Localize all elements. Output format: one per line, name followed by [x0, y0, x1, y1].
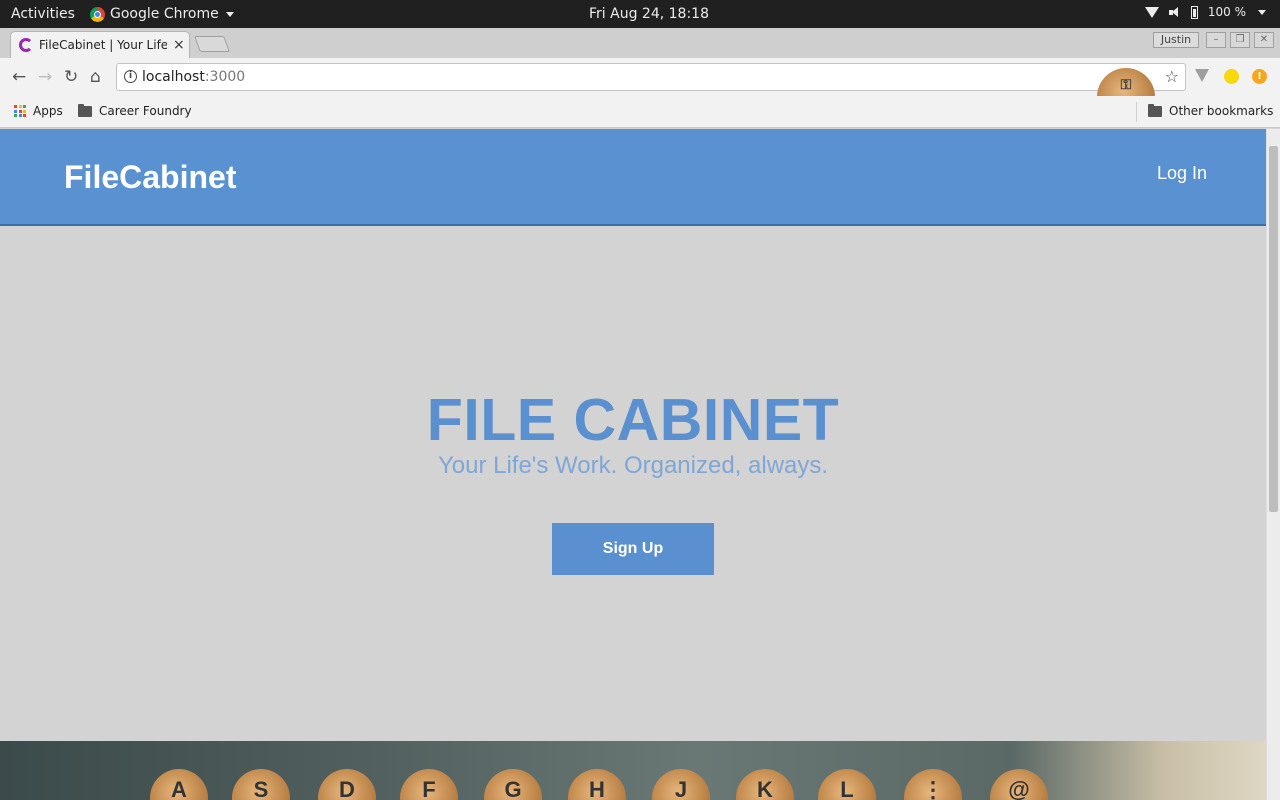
- chrome-icon: [90, 6, 105, 22]
- apps-grid-icon: [14, 105, 26, 117]
- typewriter-key: K: [736, 769, 794, 800]
- signup-button[interactable]: Sign Up: [552, 523, 714, 575]
- maximize-button[interactable]: ❐: [1230, 32, 1250, 48]
- reload-button[interactable]: ↻: [64, 67, 78, 87]
- bookmark-other-label: Other bookmarks: [1169, 104, 1274, 118]
- activities-button[interactable]: Activities: [11, 6, 75, 22]
- bookmark-other[interactable]: Other bookmarks: [1148, 103, 1274, 118]
- minimize-button[interactable]: –: [1206, 32, 1226, 48]
- bookmark-career-foundry[interactable]: Career Foundry: [78, 103, 192, 118]
- bookmark-apps-label: Apps: [33, 104, 63, 118]
- url-text: localhost:3000: [142, 69, 245, 85]
- typewriter-footer-image: A S D F G H J K L ⋮ @: [0, 741, 1266, 800]
- site-brand[interactable]: FileCabinet: [64, 159, 236, 196]
- page-scrollbar[interactable]: [1266, 129, 1280, 800]
- back-button[interactable]: ←: [12, 67, 26, 87]
- info-icon[interactable]: i: [124, 70, 137, 83]
- chevron-down-icon: [225, 11, 234, 17]
- tab-close-button[interactable]: ×: [173, 37, 185, 53]
- folder-icon: [78, 103, 92, 117]
- address-bar[interactable]: i localhost:3000 ⚿ ☆: [116, 63, 1186, 126]
- bookmarks-divider: [1136, 102, 1137, 122]
- profile-button[interactable]: Justin: [1153, 32, 1199, 48]
- home-button[interactable]: ⌂: [90, 67, 101, 87]
- typewriter-key: F: [400, 769, 458, 800]
- battery-icon: [1190, 5, 1198, 19]
- hero-subtitle: Your Life's Work. Organized, always.: [437, 452, 829, 479]
- wifi-icon: [1144, 6, 1159, 18]
- app-menu[interactable]: Google Chrome: [90, 6, 234, 22]
- bookmark-career-label: Career Foundry: [99, 104, 192, 118]
- typewriter-key: J: [652, 769, 710, 800]
- browser-toolbar: ← → ↻ ⌂ i localhost:3000 ⚿ ☆ !: [0, 58, 1280, 126]
- app-menu-label: Google Chrome: [110, 6, 219, 22]
- clock[interactable]: Fri Aug 24, 18:18: [589, 6, 709, 22]
- web-page: FileCabinet Log In FILE CABINET Your Lif…: [0, 129, 1266, 800]
- typewriter-key: D: [318, 769, 376, 800]
- typewriter-key: @: [990, 769, 1048, 800]
- close-window-button[interactable]: ✕: [1254, 32, 1274, 48]
- favicon-icon: [19, 38, 33, 52]
- typewriter-key: H: [568, 769, 626, 800]
- bookmark-star-icon[interactable]: ☆: [1165, 67, 1179, 86]
- extension-alert-icon[interactable]: !: [1252, 69, 1267, 84]
- folder-icon: [1148, 103, 1162, 117]
- bookmark-apps[interactable]: Apps: [14, 104, 63, 118]
- extension-v-icon[interactable]: [1195, 69, 1209, 82]
- typewriter-key: A: [150, 769, 208, 800]
- volume-icon: [1168, 6, 1181, 18]
- system-top-bar: Activities Google Chrome Fri Aug 24, 18:…: [0, 0, 1280, 28]
- chevron-down-icon: [1258, 9, 1266, 15]
- system-tray[interactable]: 100 %: [1144, 5, 1266, 19]
- site-navbar: FileCabinet Log In: [0, 129, 1266, 226]
- window-controls: – ❐ ✕: [1206, 32, 1274, 48]
- new-tab-button[interactable]: [194, 36, 230, 52]
- tab-title: FileCabinet | Your Life': [39, 38, 167, 52]
- battery-level: 100 %: [1207, 5, 1246, 19]
- scrollbar-thumb[interactable]: [1269, 146, 1278, 512]
- url-port: :3000: [204, 69, 246, 85]
- typewriter-key: G: [484, 769, 542, 800]
- typewriter-key: L: [818, 769, 876, 800]
- bookmarks-bar: Apps Career Foundry Other bookmarks: [0, 96, 1280, 128]
- login-link[interactable]: Log In: [1157, 163, 1207, 184]
- forward-button[interactable]: →: [38, 67, 52, 87]
- extension-moon-icon[interactable]: [1224, 69, 1239, 84]
- typewriter-key: ⋮: [904, 769, 962, 800]
- hero-title: FILE CABINET: [426, 387, 840, 453]
- url-host: localhost: [142, 69, 205, 85]
- tab-strip: FileCabinet | Your Life' × Justin – ❐ ✕: [0, 28, 1280, 58]
- browser-tab[interactable]: FileCabinet | Your Life' ×: [10, 31, 190, 58]
- typewriter-key: S: [232, 769, 290, 800]
